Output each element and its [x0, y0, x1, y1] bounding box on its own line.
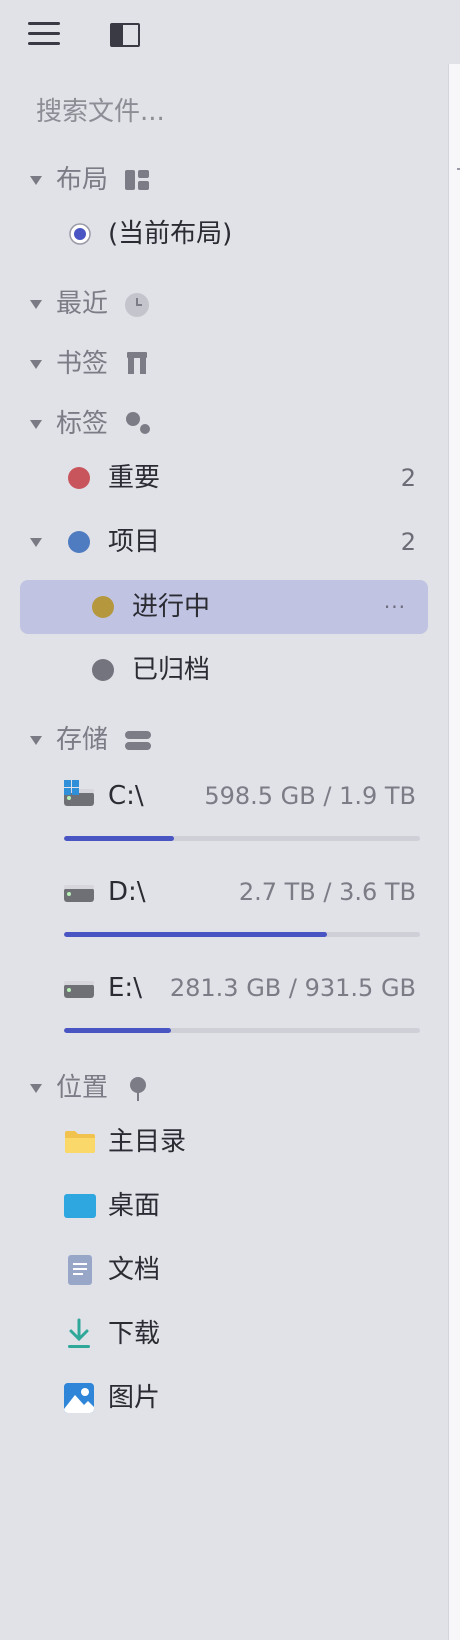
tag-label: 已归档	[132, 655, 211, 685]
section-label: 书签	[56, 349, 109, 379]
collapse-caret-icon[interactable]	[30, 736, 42, 745]
menu-icon-bar	[28, 42, 60, 45]
tag-label: 项目	[108, 527, 161, 557]
section-label: 存储	[56, 725, 109, 755]
tag-item-project[interactable]: 项目 2	[0, 516, 440, 568]
storage-icon	[125, 731, 151, 750]
section-tags[interactable]: 标签	[0, 398, 440, 450]
pictures-icon	[64, 1383, 94, 1413]
drive-usage-fill	[64, 836, 175, 841]
section-locations[interactable]: 位置	[0, 1062, 440, 1114]
tag-count: 2	[400, 464, 416, 492]
drive-name: D:\	[108, 877, 146, 907]
tag-item-in-progress[interactable]: 进行中 ···	[0, 581, 440, 633]
drive-d[interactable]: D:\ 2.7 TB / 3.6 TB	[0, 870, 440, 914]
menu-button[interactable]	[22, 16, 62, 52]
layout-grid-icon	[125, 170, 149, 190]
toolbar	[0, 0, 460, 64]
tag-item-archived[interactable]: 已归档	[0, 644, 440, 696]
search-input[interactable]	[28, 86, 444, 138]
pin-icon	[130, 1077, 146, 1101]
menu-icon	[28, 22, 60, 25]
sidebar-toggle-button[interactable]	[108, 20, 140, 48]
document-icon	[68, 1255, 92, 1285]
tag-item-important[interactable]: 重要 2	[0, 452, 440, 504]
location-label: 图片	[108, 1383, 161, 1413]
location-label: 文档	[108, 1255, 161, 1285]
folder-icon	[65, 1131, 95, 1153]
section-storage[interactable]: 存储	[0, 714, 440, 766]
drive-usage-bar	[64, 836, 420, 841]
section-label: 最近	[56, 289, 109, 319]
section-bookmarks[interactable]: 书签	[0, 338, 440, 390]
tag-color-dot	[92, 659, 114, 681]
tag-count: 2	[400, 528, 416, 556]
tags-icon	[126, 412, 150, 434]
drive-icon	[64, 981, 94, 998]
location-label: 主目录	[108, 1127, 187, 1157]
download-icon	[68, 1318, 90, 1348]
bookmark-icon	[127, 352, 147, 374]
collapse-caret-icon[interactable]	[30, 300, 42, 309]
tag-label: 重要	[108, 463, 161, 493]
drive-usage-bar	[64, 932, 420, 937]
drive-usage-bar	[64, 1028, 420, 1033]
windows-logo-icon	[64, 780, 80, 796]
tag-color-dot	[68, 531, 90, 553]
drive-name: C:\	[108, 781, 144, 811]
location-item-desktop[interactable]: 桌面	[0, 1180, 440, 1232]
location-label: 桌面	[108, 1191, 161, 1221]
layout-item-label: (当前布局)	[108, 219, 233, 249]
drive-name: E:\	[108, 973, 142, 1003]
location-label: 下载	[108, 1319, 161, 1349]
collapse-caret-icon[interactable]	[30, 360, 42, 369]
drive-usage-fill	[64, 932, 328, 937]
section-recent[interactable]: 最近	[0, 278, 440, 330]
location-item-downloads[interactable]: 下载	[0, 1308, 440, 1360]
layout-item-current[interactable]: (当前布局)	[0, 208, 440, 260]
collapse-caret-icon[interactable]	[30, 176, 42, 185]
section-label: 布局	[56, 165, 109, 195]
drive-e[interactable]: E:\ 281.3 GB / 931.5 GB	[0, 966, 440, 1010]
sidebar-toggle-icon-fill	[112, 25, 123, 46]
section-label: 位置	[56, 1073, 109, 1103]
drive-icon	[64, 885, 94, 902]
location-item-home[interactable]: 主目录	[0, 1116, 440, 1168]
location-item-documents[interactable]: 文档	[0, 1244, 440, 1296]
tag-label: 进行中	[132, 592, 211, 622]
collapse-caret-icon[interactable]	[30, 538, 42, 547]
location-item-pictures[interactable]: 图片	[0, 1372, 440, 1424]
desktop-icon	[64, 1194, 96, 1218]
collapse-caret-icon[interactable]	[30, 1084, 42, 1093]
drive-usage-fill	[64, 1028, 171, 1033]
section-label: 标签	[56, 409, 109, 439]
drive-size: 2.7 TB / 3.6 TB	[238, 878, 416, 906]
tag-color-dot	[92, 596, 114, 618]
drive-size: 598.5 GB / 1.9 TB	[204, 782, 416, 810]
more-options-icon[interactable]: ···	[384, 581, 406, 633]
collapse-caret-icon[interactable]	[30, 420, 42, 429]
tag-color-dot	[68, 467, 90, 489]
clock-icon	[125, 293, 149, 317]
section-layout[interactable]: 布局	[0, 154, 440, 206]
drive-size: 281.3 GB / 931.5 GB	[169, 974, 416, 1002]
content-pane-edge	[448, 64, 460, 1640]
radio-selected-icon	[69, 223, 91, 245]
menu-icon-bar	[28, 32, 60, 35]
